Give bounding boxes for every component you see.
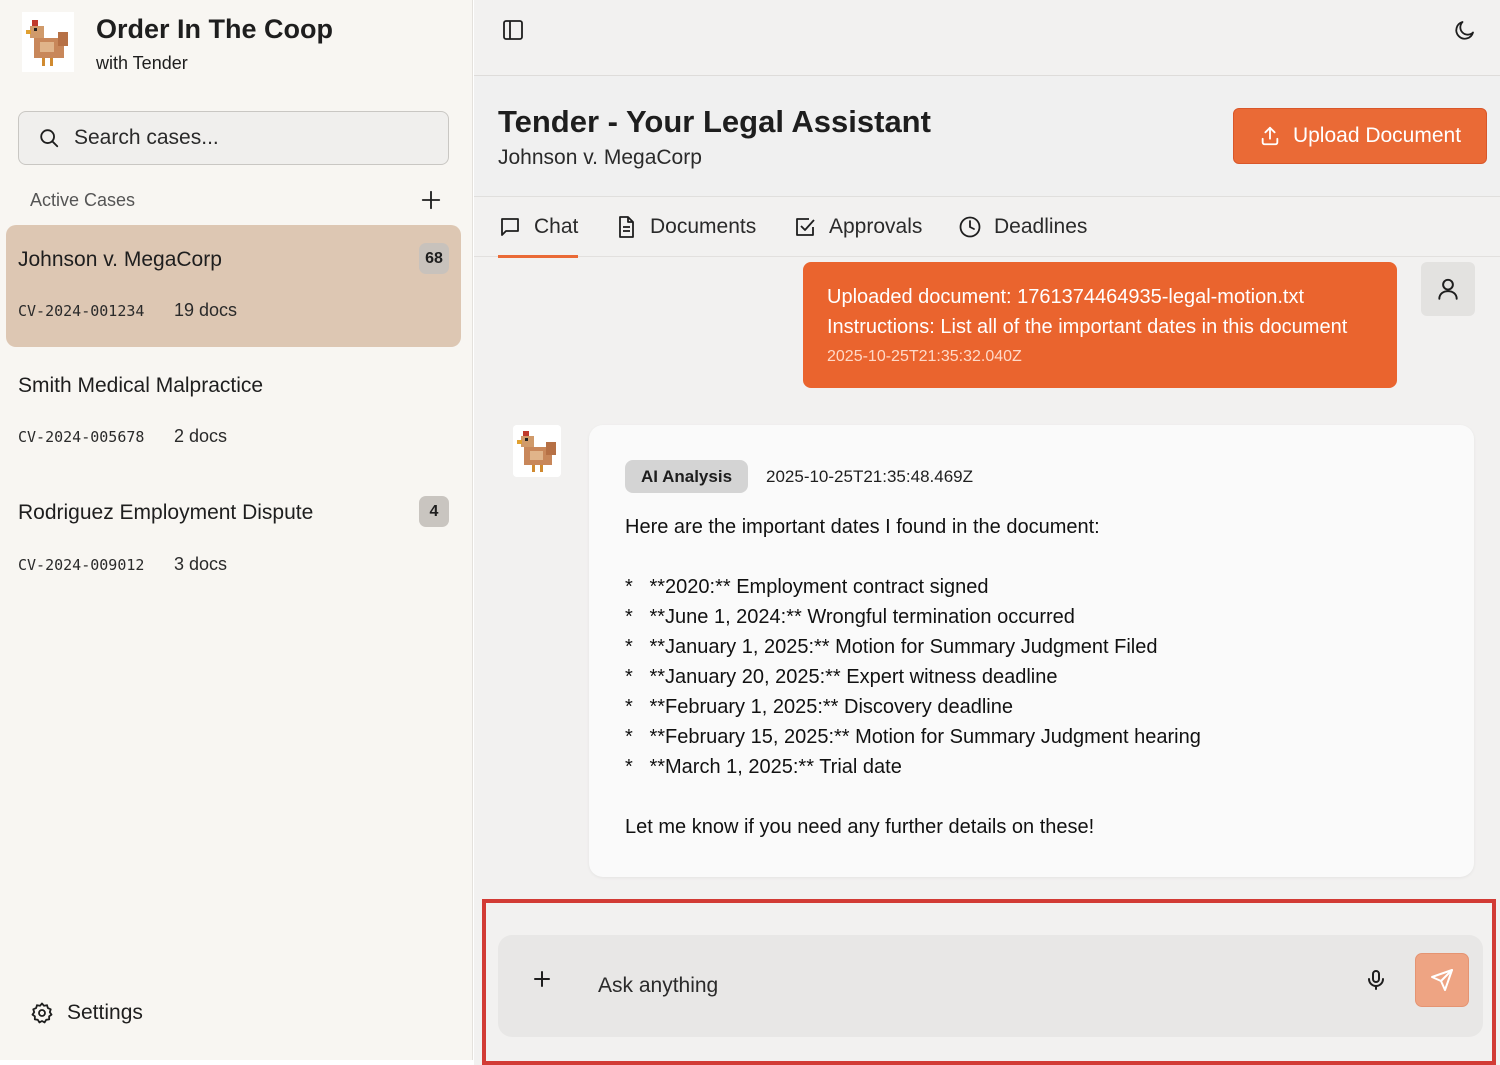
microphone-icon[interactable] <box>1364 968 1388 992</box>
add-case-icon[interactable] <box>420 189 442 211</box>
tab-approvals[interactable]: Approvals <box>793 197 922 257</box>
chat-input[interactable] <box>598 963 1298 1009</box>
moon-icon[interactable] <box>1453 18 1477 42</box>
gear-icon <box>31 1002 53 1024</box>
upload-document-label: Upload Document <box>1292 124 1462 147</box>
case-doc-count: 2 docs <box>174 426 228 446</box>
tab-chat[interactable]: Chat <box>498 197 579 258</box>
current-case-name: Johnson v. MegaCorp <box>498 146 702 169</box>
case-badge: 68 <box>419 243 449 274</box>
user-message-line: Instructions: List all of the important … <box>827 316 1348 338</box>
ai-analysis-badge: AI Analysis <box>625 460 749 493</box>
case-id: CV-2024-001234 <box>18 302 145 320</box>
case-id: CV-2024-005678 <box>18 428 145 446</box>
tab-bar: Chat Documents Approvals Deadlines <box>474 197 1500 258</box>
document-icon <box>619 216 634 238</box>
brand: Order In The Coop with Tender <box>22 12 333 73</box>
case-doc-count: 3 docs <box>174 554 228 574</box>
tab-label: Approvals <box>829 215 923 238</box>
search-icon <box>40 129 59 148</box>
chicken-logo-icon <box>22 12 74 72</box>
search-box[interactable] <box>18 111 449 165</box>
case-item-rodriguez[interactable]: Rodriguez Employment Dispute 4 CV-2024-0… <box>6 478 461 600</box>
checkbox-icon <box>796 218 815 236</box>
sidebar: Order In The Coop with Tender Active Cas… <box>0 0 473 1060</box>
app-subtitle: with Tender <box>96 53 188 73</box>
tab-deadlines[interactable]: Deadlines <box>958 197 1087 257</box>
tab-label: Chat <box>534 215 579 238</box>
case-doc-count: 19 docs <box>174 300 238 320</box>
sidebar-toggle-icon[interactable] <box>501 18 525 42</box>
tab-label: Documents <box>650 215 757 238</box>
upload-icon <box>1261 126 1279 146</box>
user-message-timestamp: 2025-10-25T21:35:32.040Z <box>827 348 1022 365</box>
assistant-message-body: Here are the important dates I found in … <box>625 516 1201 838</box>
assistant-message-timestamp: 2025-10-25T21:35:48.469Z <box>766 467 973 486</box>
plus-icon[interactable] <box>530 967 554 991</box>
chicken-avatar-icon <box>513 425 561 477</box>
search-input[interactable] <box>74 126 414 150</box>
case-name: Smith Medical Malpractice <box>18 374 264 397</box>
tab-label: Deadlines <box>994 215 1088 238</box>
case-id: CV-2024-009012 <box>18 556 145 574</box>
page-header: Tender - Your Legal Assistant Johnson v.… <box>474 76 1500 197</box>
chat-composer <box>498 935 1483 1037</box>
settings-button[interactable]: Settings <box>30 1001 143 1025</box>
send-button[interactable] <box>1415 953 1469 1007</box>
tab-documents[interactable]: Documents <box>614 197 756 257</box>
settings-label: Settings <box>67 1001 143 1024</box>
top-bar <box>474 0 1500 76</box>
send-icon <box>1431 969 1453 991</box>
case-badge: 4 <box>419 496 449 527</box>
case-item-smith[interactable]: Smith Medical Malpractice CV-2024-005678… <box>6 351 461 473</box>
upload-document-button[interactable]: Upload Document <box>1233 108 1487 164</box>
user-icon <box>1438 278 1458 300</box>
user-message: Uploaded document: 1761374464935-legal-m… <box>803 262 1397 388</box>
page-title: Tender - Your Legal Assistant <box>498 104 931 139</box>
clock-icon <box>959 216 981 238</box>
chat-icon <box>501 218 519 236</box>
case-name: Johnson v. MegaCorp <box>18 248 222 271</box>
app-title: Order In The Coop <box>96 14 334 44</box>
case-item-johnson[interactable]: Johnson v. MegaCorp 68 CV-2024-001234 19… <box>6 225 461 347</box>
user-avatar <box>1421 262 1475 316</box>
assistant-message: AI Analysis 2025-10-25T21:35:48.469Z Her… <box>589 425 1474 877</box>
active-cases-label: Active Cases <box>30 190 136 210</box>
user-message-line: Uploaded document: 1761374464935-legal-m… <box>827 286 1305 308</box>
case-name: Rodriguez Employment Dispute <box>18 501 314 524</box>
